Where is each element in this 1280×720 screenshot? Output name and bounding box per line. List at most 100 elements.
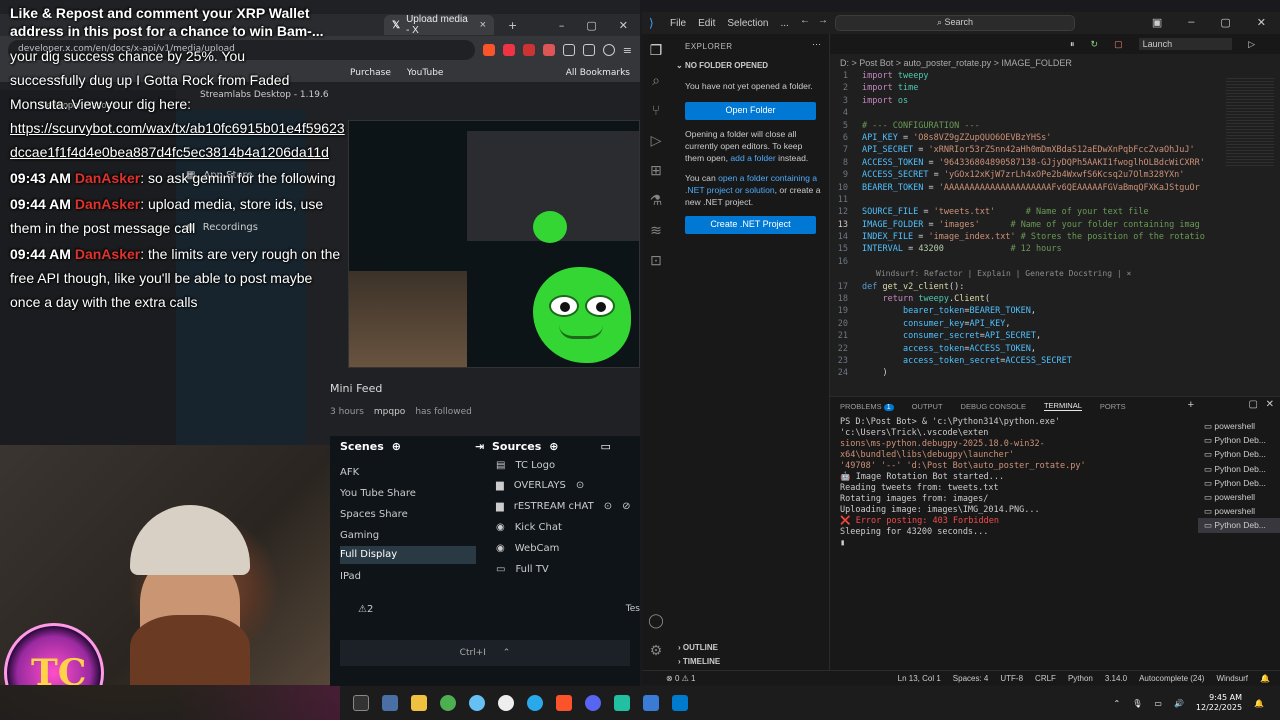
code-line[interactable]: 16 [830,256,1210,268]
tab-debug-console[interactable]: DEBUG CONSOLE [961,402,1026,411]
menu-selection[interactable]: Selection [727,18,768,29]
scene-item-selected[interactable]: Full Display [340,546,476,564]
extension-icon[interactable] [522,44,535,56]
code-line[interactable]: 19 bearer_token=BEARER_TOKEN, [830,305,1210,317]
scene-item[interactable]: Gaming [340,527,476,545]
terminal-instance[interactable]: ▭ Python Deb... [1198,447,1280,461]
tab-ports[interactable]: PORTS [1100,402,1126,411]
new-terminal-icon[interactable]: + [1188,399,1194,411]
microphone-icon[interactable]: 🎙 [1132,699,1142,708]
menu-more[interactable]: ... [781,18,789,29]
telegram-icon[interactable] [527,695,543,711]
tab-output[interactable]: OUTPUT [912,402,943,411]
streamlabs-taskbar-icon[interactable] [353,695,369,711]
add-folder-link[interactable]: add a folder [730,153,775,163]
code-line[interactable]: 20 consumer_key=API_KEY, [830,318,1210,330]
menu-edit[interactable]: Edit [698,18,715,29]
wallet-icon[interactable] [582,44,595,56]
code-line[interactable]: 11 [830,194,1210,206]
bookmark-purchase[interactable]: Purchase [350,68,391,78]
code-line[interactable]: 6 API_KEY = 'O8s8VZ9gZZupQUO6OEVBzYHSs' [830,132,1210,144]
problems-status[interactable]: ⊗ 0 ⚠ 1 [666,674,695,683]
encoding[interactable]: UTF-8 [1000,674,1023,683]
steam-icon[interactable] [469,695,485,711]
code-line[interactable]: 9 ACCESS_SECRET = 'yGOx12xKjW7zrLh4xOPe2b… [830,169,1210,181]
source-item[interactable]: ◉ WebCam [496,543,559,554]
terminal-instance[interactable]: ▭ Python Deb... [1198,518,1280,533]
timeline-section[interactable]: › TIMELINE [678,657,720,666]
code-line[interactable]: 2 import time [830,82,1210,94]
maximize-icon[interactable]: ▢ [586,19,596,32]
command-center-search[interactable]: ⌕ Search [835,15,1075,31]
code-line[interactable]: 18 return tweepy.Client( [830,293,1210,305]
language-mode[interactable]: Python [1068,674,1093,683]
close-panel-icon[interactable]: ✕ [1266,399,1274,410]
scene-transition-icon[interactable]: ⇥ [475,440,484,453]
obs-icon[interactable] [498,695,514,711]
remote-icon[interactable]: ⊡ [648,252,664,268]
source-item[interactable]: ▆ rESTREAM cHAT ⊙ ⊘ [496,501,630,512]
code-line[interactable]: 14 INDEX_FILE = 'image_index.txt' # Store… [830,231,1210,243]
scene-item[interactable]: Spaces Share [340,506,476,524]
maximize-panel-icon[interactable]: ▢ [1249,399,1258,410]
chevron-up-icon[interactable]: ⌃ [1114,699,1121,708]
bell-icon[interactable]: 🔔 [1260,674,1270,683]
chevron-up-icon[interactable]: ⌃ [503,648,511,658]
windsurf-icon[interactable]: ≋ [648,222,664,238]
app-taskbar-icon[interactable] [382,695,398,711]
chrome-icon[interactable] [440,695,456,711]
launch-config-select[interactable]: Launch [1138,38,1233,50]
outline-section[interactable]: › OUTLINE [678,643,718,652]
more-actions-icon[interactable]: ⋯ [812,39,821,50]
source-item[interactable]: ▤ TC Logo [496,460,555,471]
test-label[interactable]: Tes [626,604,640,614]
account-icon[interactable]: ◯ [648,612,664,628]
close-tab-icon[interactable]: × [480,19,486,31]
scene-item[interactable]: AFK [340,464,476,482]
source-control-icon[interactable]: ⑂ [648,102,664,118]
code-line[interactable]: 15 INTERVAL = 43200 # 12 hours [830,243,1210,255]
vscode-taskbar-icon[interactable] [672,695,688,711]
pause-icon[interactable]: ⏸ [1070,39,1075,50]
vpn-icon[interactable] [602,44,615,56]
tab-terminal[interactable]: TERMINAL [1043,401,1082,411]
notification-badge[interactable]: ⚠2 [358,604,373,615]
code-line[interactable]: 24 ) [830,367,1210,379]
terminal-instance[interactable]: ▭ powershell [1198,419,1280,433]
code-line[interactable]: 4 [830,107,1210,119]
scene-item[interactable]: IPad [340,568,476,586]
source-folder-icon[interactable]: ▭ [600,440,610,453]
source-item[interactable]: ◉ Kick Chat [496,522,562,533]
terminal-output[interactable]: PS D:\Post Bot> & 'c:\Python314\python.e… [840,417,1190,549]
add-scene-icon[interactable]: ⊕ [392,440,401,453]
network-icon[interactable]: ▭ [1154,699,1162,708]
code-line[interactable]: 3 import os [830,95,1210,107]
indentation[interactable]: Spaces: 4 [953,674,989,683]
code-line[interactable]: 1 import tweepy [830,70,1210,82]
python-version[interactable]: 3.14.0 [1105,674,1127,683]
open-folder-button[interactable]: Open Folder [685,102,816,120]
tab-problems[interactable]: PROBLEMS 1 [840,402,894,411]
run-debug-icon[interactable]: ▷ [648,132,664,148]
code-line[interactable]: 13 IMAGE_FOLDER = 'images' # Name of your… [830,219,1210,231]
terminal-instance[interactable]: ▭ Python Deb... [1198,476,1280,490]
minimize-icon[interactable]: – [559,19,565,32]
no-folder-section[interactable]: ⌄ NO FOLDER OPENED [676,61,768,70]
stop-icon[interactable]: ▢ [1114,39,1123,50]
autocomplete-status[interactable]: Autocomplete (24) [1139,674,1204,683]
code-lines[interactable]: 1 import tweepy 2 import time 3 import os 4 5 # … [830,70,1210,380]
code-line[interactable]: 22 access_token=ACCESS_TOKEN, [830,343,1210,355]
testing-icon[interactable]: ⚗ [648,192,664,208]
extension-icon[interactable] [542,44,555,56]
menu-file[interactable]: File [670,18,686,29]
cursor-position[interactable]: Ln 13, Col 1 [898,674,941,683]
scene-item[interactable]: You Tube Share [340,485,476,503]
extensions-icon[interactable]: ⊞ [648,162,664,178]
code-line[interactable]: 8 ACCESS_TOKEN = '964336804890587138-GJjy… [830,157,1210,169]
lock-icon[interactable]: ⊙ [604,501,612,512]
code-line[interactable]: 5 # --- CONFIGURATION --- [830,120,1210,132]
nav-back-icon[interactable]: ← [800,15,810,26]
terminal-instance[interactable]: ▭ Python Deb... [1198,433,1280,447]
files-icon[interactable]: ❐ [648,42,664,58]
source-item[interactable]: ▭ Full TV [496,564,549,575]
